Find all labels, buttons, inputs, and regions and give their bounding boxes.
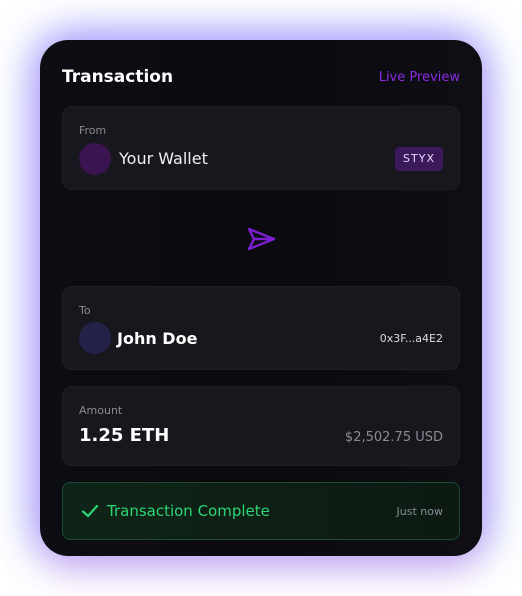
live-preview-link[interactable]: Live Preview <box>379 70 460 85</box>
to-label: To <box>79 304 91 317</box>
status-banner: Transaction Complete Just now <box>62 482 460 540</box>
status-text: Transaction Complete <box>107 502 270 520</box>
avatar <box>79 322 111 354</box>
token-badge: STYX <box>395 147 443 171</box>
card-header: Transaction Live Preview <box>62 66 460 88</box>
recipient-address: 0x3F...a4E2 <box>379 332 443 345</box>
amount-usd: $2,502.75 USD <box>344 430 443 445</box>
amount-value: 1.25 ETH <box>79 425 170 446</box>
from-label: From <box>79 124 107 137</box>
from-wallet-name: Your Wallet <box>119 149 208 168</box>
from-section: From Your Wallet STYX <box>62 106 460 190</box>
card-title: Transaction <box>62 67 174 87</box>
amount-section: Amount 1.25 ETH $2,502.75 USD <box>62 386 460 466</box>
avatar <box>79 143 111 175</box>
transaction-card: Transaction Live Preview From Your Walle… <box>40 40 482 556</box>
status-time: Just now <box>396 505 443 518</box>
check-icon <box>81 504 99 518</box>
recipient-name: John Doe <box>117 329 198 348</box>
paper-plane-icon <box>247 227 276 251</box>
amount-label: Amount <box>79 404 123 417</box>
to-section: To John Doe 0x3F...a4E2 <box>62 286 460 370</box>
page: Transaction Live Preview From Your Walle… <box>0 0 522 596</box>
